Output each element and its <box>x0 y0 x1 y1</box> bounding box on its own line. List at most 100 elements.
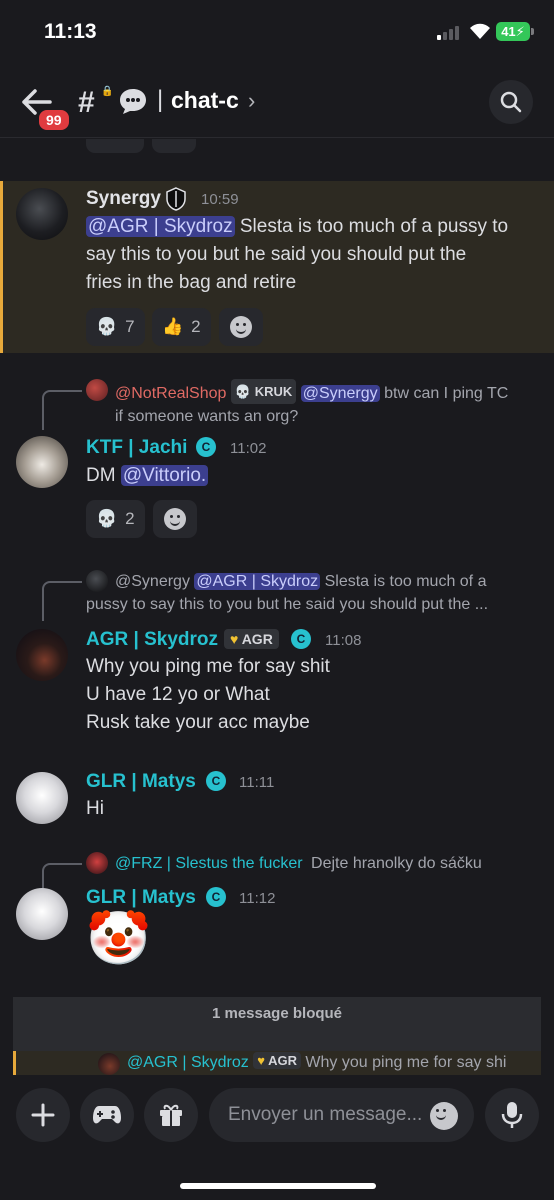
message-line: fries in the bag and retire <box>86 272 297 293</box>
add-reaction-button[interactable] <box>153 500 197 538</box>
author-name[interactable]: GLR | Matys <box>86 771 196 793</box>
reply-snippet: Dejte hranolky do sáčku <box>311 855 482 872</box>
reaction-count: 2 <box>191 317 201 336</box>
title-separator: | <box>157 86 164 113</box>
message-text: @AGR | Skydroz Slesta is too much of a p… <box>86 213 538 297</box>
reaction-thumbs-up[interactable]: 👍 2 <box>152 308 211 346</box>
reaction-count: 2 <box>125 509 135 528</box>
message-line: Why you ping me for say shit <box>86 656 330 677</box>
role-tag-label: AGR <box>241 631 273 647</box>
avatar[interactable] <box>16 888 68 940</box>
channel-name[interactable]: chat-c <box>171 87 239 114</box>
reaction-skull[interactable]: 💀 2 <box>86 500 145 538</box>
message-list[interactable]: Synergy 10:59 @AGR | Skydroz Slesta is t… <box>0 139 554 1075</box>
role-tag: ♥ AGR <box>224 629 279 649</box>
reply-preview[interactable]: @Synergy @AGR | Skydroz Slesta is too mu… <box>86 570 547 616</box>
message-composer: Envoyer un message... <box>0 1075 554 1200</box>
reply-snippet: btw can I ping TC <box>384 385 509 402</box>
author-name[interactable]: KTF | Jachi <box>86 437 187 459</box>
home-indicator <box>180 1183 376 1189</box>
user-mention[interactable]: @Vittorio. <box>120 465 209 486</box>
author-name[interactable]: GLR | Matys <box>86 887 196 909</box>
message-line: Rusk take your acc maybe <box>86 712 310 733</box>
add-reaction-button[interactable] <box>219 308 263 346</box>
status-time: 11:13 <box>44 20 97 43</box>
heart-icon: ♥ <box>230 631 239 647</box>
reply-avatar <box>86 570 108 592</box>
blocked-message-label[interactable]: 1 message bloqué <box>13 1005 541 1022</box>
smiley-icon <box>230 316 252 338</box>
reply-snippet: pussy to say this to you but he said you… <box>86 596 489 613</box>
emoji-message: 🤡 <box>86 910 151 968</box>
add-attachment-button[interactable] <box>16 1088 70 1142</box>
verified-badge-icon: C <box>206 771 226 791</box>
channel-hash-icon: # <box>78 86 95 119</box>
reply-snippet: Slesta is too much of a <box>324 573 487 590</box>
message-text: Hi <box>86 795 104 823</box>
emoji-picker-button[interactable] <box>430 1102 458 1130</box>
message-input-placeholder: Envoyer un message... <box>228 1104 423 1125</box>
avatar[interactable] <box>16 772 68 824</box>
message-time: 10:59 <box>201 191 239 208</box>
reply-connector <box>42 390 82 430</box>
user-mention: @AGR | Skydroz <box>194 573 321 590</box>
message-time: 11:02 <box>230 440 267 457</box>
message-text: DM @Vittorio. <box>86 462 209 490</box>
heart-icon: ♥ <box>257 1053 265 1068</box>
message-input[interactable]: Envoyer un message... <box>209 1088 474 1142</box>
voice-message-button[interactable] <box>485 1088 539 1142</box>
message-line: Hi <box>86 798 104 819</box>
verified-badge-icon: C <box>291 629 311 649</box>
reply-snippet: Why you ping me for say shi <box>305 1054 507 1071</box>
reply-author: @NotRealShop <box>115 385 227 402</box>
avatar[interactable] <box>16 188 68 240</box>
reaction-count: 7 <box>125 317 135 336</box>
reaction-emoji: 💀 <box>96 317 118 336</box>
gift-button[interactable] <box>144 1088 198 1142</box>
avatar[interactable] <box>16 629 68 681</box>
reaction-skull[interactable]: 💀 7 <box>86 308 145 346</box>
avatar[interactable] <box>16 436 68 488</box>
reply-author: @FRZ | Slestus the fucker <box>115 855 303 872</box>
role-tag-label: AGR <box>268 1053 297 1068</box>
battery-icon: 41 ⚡ <box>496 22 530 41</box>
message-line: Slesta is too much of a pussy to <box>239 216 509 237</box>
author-name[interactable]: Synergy <box>86 188 161 210</box>
message-time: 11:12 <box>239 890 276 907</box>
wifi-icon <box>470 23 490 39</box>
author-name[interactable]: AGR | Skydroz <box>86 629 218 651</box>
cellular-signal-icon <box>437 26 459 40</box>
reply-author: @AGR | Skydroz <box>127 1054 249 1071</box>
reply-snippet: if someone wants an org? <box>115 408 299 425</box>
verified-badge-icon: C <box>196 437 216 457</box>
user-mention[interactable]: @AGR | Skydroz <box>86 216 235 237</box>
activities-button[interactable] <box>80 1088 134 1142</box>
message-line: U have 12 yo or What <box>86 684 270 705</box>
message-time: 11:08 <box>325 632 362 649</box>
reply-avatar <box>98 1053 120 1075</box>
search-button[interactable] <box>489 80 533 124</box>
reply-avatar <box>86 852 108 874</box>
reply-author: @Synergy <box>115 573 190 590</box>
gamepad-icon <box>93 1106 121 1124</box>
chevron-right-icon[interactable]: › <box>248 88 255 114</box>
verified-badge-icon: C <box>206 887 226 907</box>
message-text: Why you ping me for say shit U have 12 y… <box>86 653 330 737</box>
blocked-message-group[interactable]: 1 message bloqué @AGR | Skydroz ♥ AGR Wh… <box>13 997 541 1075</box>
channel-header: 99 # 🔒 | chat-c › <box>0 68 554 138</box>
reply-preview[interactable]: @NotRealShop 💀 KRUK @Synergy btw can I p… <box>115 379 545 428</box>
shield-badge-icon <box>166 187 186 211</box>
gift-icon <box>160 1104 182 1126</box>
message-line: say this to you but he said you should p… <box>86 244 467 265</box>
role-tag: 💀 KRUK <box>230 379 297 404</box>
microphone-icon <box>501 1102 523 1128</box>
reply-preview[interactable]: @FRZ | Slestus the fucker Dejte hranolky… <box>115 852 547 875</box>
unread-badge: 99 <box>36 107 72 133</box>
blocked-reply-preview: @AGR | Skydroz ♥ AGR Why you ping me for… <box>13 1051 541 1075</box>
battery-level: 41 <box>501 24 516 39</box>
message-time: 11:11 <box>239 774 275 791</box>
message-line: DM <box>86 465 116 486</box>
smiley-icon <box>164 508 186 530</box>
search-icon <box>500 91 522 113</box>
user-mention: @Synergy <box>300 385 380 402</box>
